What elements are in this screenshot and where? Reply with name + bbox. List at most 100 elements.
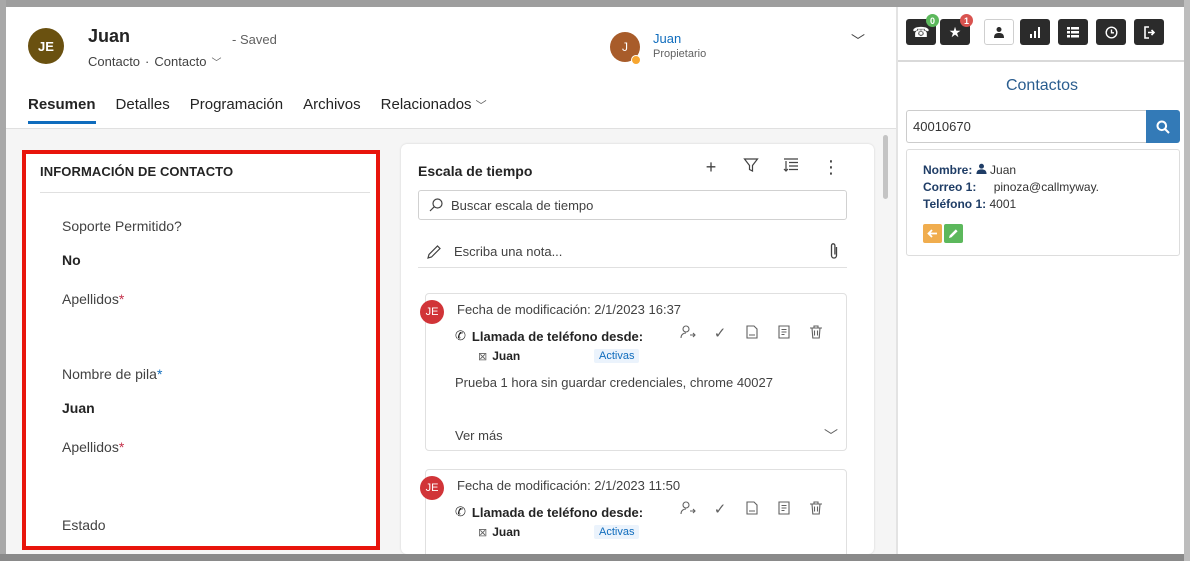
see-more-link[interactable]: Ver más: [455, 428, 503, 443]
post-from: ⊠ Juan: [478, 525, 520, 539]
delete-icon[interactable]: [808, 324, 824, 344]
contact-search-input[interactable]: [906, 110, 1146, 143]
favorites-button[interactable]: ★ 1: [940, 14, 973, 45]
attachment-icon[interactable]: [829, 242, 839, 265]
tab-detalles[interactable]: Detalles: [116, 93, 170, 124]
calls-badge: 0: [926, 14, 939, 27]
record-name: Juan: [88, 26, 131, 46]
entity-name: Contacto: [88, 54, 141, 69]
timeline-post[interactable]: JE Fecha de modificación: 2/1/2023 16:37…: [420, 293, 847, 451]
record-header: JE Juan - Saved Contacto · Contacto ﹀ J …: [6, 7, 896, 129]
post-date: Fecha de modificación: 2/1/2023 11:50: [457, 478, 681, 493]
field-value-apellidos[interactable]: [62, 322, 342, 344]
open-record-icon[interactable]: [744, 324, 760, 344]
label: Teléfono 1:: [923, 197, 987, 211]
more-options-icon[interactable]: ⋮: [821, 157, 841, 178]
clock-icon: [1104, 25, 1118, 39]
field-label-apellidos-2: Apellidos*: [62, 439, 125, 455]
history-button[interactable]: [1096, 19, 1126, 45]
field-label-apellidos: Apellidos*: [62, 291, 125, 307]
edit-button[interactable]: [944, 224, 963, 243]
presence-status-icon: [631, 55, 641, 65]
contact-phone[interactable]: 4001: [989, 197, 1016, 211]
tab-relacionados[interactable]: Relacionados ﹀: [381, 93, 487, 124]
contact-email-line: Correo 1: pinoza@callmyway.: [923, 180, 1099, 194]
owner-name-link[interactable]: Juan: [653, 31, 681, 46]
filter-icon[interactable]: [741, 157, 761, 178]
add-icon[interactable]: +: [701, 157, 721, 178]
contact-info-section: INFORMACIÓN DE CONTACTO Soporte Permitid…: [22, 150, 380, 550]
contact-name: Juan: [990, 163, 1017, 177]
field-value-apellidos-2[interactable]: [62, 472, 342, 494]
assign-icon[interactable]: [680, 500, 696, 520]
field-label-estado: Estado: [62, 517, 106, 533]
delete-icon[interactable]: [808, 500, 824, 520]
search-icon: [429, 198, 443, 212]
list-icon: [1067, 27, 1079, 38]
tab-label: Resumen: [28, 96, 96, 113]
post-body: Prueba 1 hora sin guardar credenciales, …: [455, 375, 773, 390]
scrollbar-thumb[interactable]: [883, 135, 888, 199]
form-name: Contacto: [154, 54, 207, 69]
tab-resumen[interactable]: Resumen: [28, 93, 96, 124]
logout-button[interactable]: [1134, 19, 1164, 45]
status-badge: Activas: [594, 349, 640, 363]
checkmark-icon[interactable]: ✓: [712, 324, 728, 344]
stats-button[interactable]: [1020, 19, 1050, 45]
post-activity-type: ✆ Llamada de teléfono desde:: [455, 328, 643, 344]
contacts-button[interactable]: [984, 19, 1014, 45]
crm-form: JE Juan - Saved Contacto · Contacto ﹀ J …: [6, 7, 896, 554]
timeline-toolbar: + ⋮: [701, 157, 841, 178]
record-avatar: JE: [28, 28, 64, 64]
tab-archivos[interactable]: Archivos: [303, 93, 361, 124]
open-record-icon[interactable]: [744, 500, 760, 520]
status-badge: Activas: [594, 525, 640, 539]
search-button[interactable]: [1146, 110, 1180, 143]
arrow-left-icon: [927, 229, 937, 238]
frame-top: [0, 0, 1190, 7]
contact-name-line: Nombre: Juan: [923, 163, 1016, 177]
field-label-nombre: Nombre de pila*: [62, 366, 163, 382]
timeline-search[interactable]: [418, 190, 847, 220]
note-composer[interactable]: Escriba una nota...: [418, 236, 847, 268]
user-icon: [994, 27, 1004, 38]
owner-role: Propietario: [653, 48, 707, 60]
post-actions: ✓: [680, 500, 824, 520]
field-value-nombre[interactable]: Juan: [62, 400, 95, 416]
form-tabs: Resumen Detalles Programación Archivos R…: [28, 93, 507, 124]
label: Nombre:: [923, 163, 973, 177]
logout-icon: [1143, 25, 1155, 39]
back-button[interactable]: [923, 224, 942, 243]
tab-label: Programación: [189, 96, 284, 113]
notes-icon[interactable]: [776, 324, 792, 344]
search-icon: [1156, 120, 1170, 134]
tab-programacion[interactable]: Programación: [190, 93, 283, 124]
header-expand-chevron-icon[interactable]: ﹀: [851, 31, 865, 51]
contact-card-icon: ⊠: [478, 350, 488, 363]
post-type-label: Llamada de teléfono desde:: [471, 328, 644, 344]
post-avatar: JE: [420, 300, 444, 324]
phone-icon: ☎: [912, 23, 930, 40]
contact-card-icon: ⊠: [478, 526, 488, 539]
frame-right: [1184, 0, 1190, 561]
user-icon: [976, 163, 987, 174]
checkmark-icon[interactable]: ✓: [712, 500, 728, 520]
contact-result-card: Nombre: Juan Correo 1: pinoza@callmyway.…: [906, 149, 1180, 256]
timeline-search-input[interactable]: [451, 197, 831, 213]
divider: [40, 192, 370, 193]
assign-icon[interactable]: [680, 324, 696, 344]
saved-status: - Saved: [232, 32, 277, 47]
field-value-soporte[interactable]: No: [62, 252, 81, 268]
list-button[interactable]: [1058, 19, 1088, 45]
section-title: INFORMACIÓN DE CONTACTO: [40, 164, 234, 179]
note-placeholder: Escriba una nota...: [454, 244, 563, 259]
phone-button[interactable]: ☎ 0: [906, 14, 939, 45]
chevron-down-icon[interactable]: ﹀: [824, 426, 838, 446]
favorites-badge: 1: [960, 14, 973, 27]
post-from-name: Juan: [492, 525, 521, 539]
entity-form-selector[interactable]: Contacto · Contacto ﹀: [88, 54, 221, 69]
notes-icon[interactable]: [776, 500, 792, 520]
timeline-post[interactable]: JE Fecha de modificación: 2/1/2023 11:50…: [420, 469, 847, 554]
frame-bottom: [0, 554, 1190, 561]
sort-list-icon[interactable]: [781, 157, 801, 178]
